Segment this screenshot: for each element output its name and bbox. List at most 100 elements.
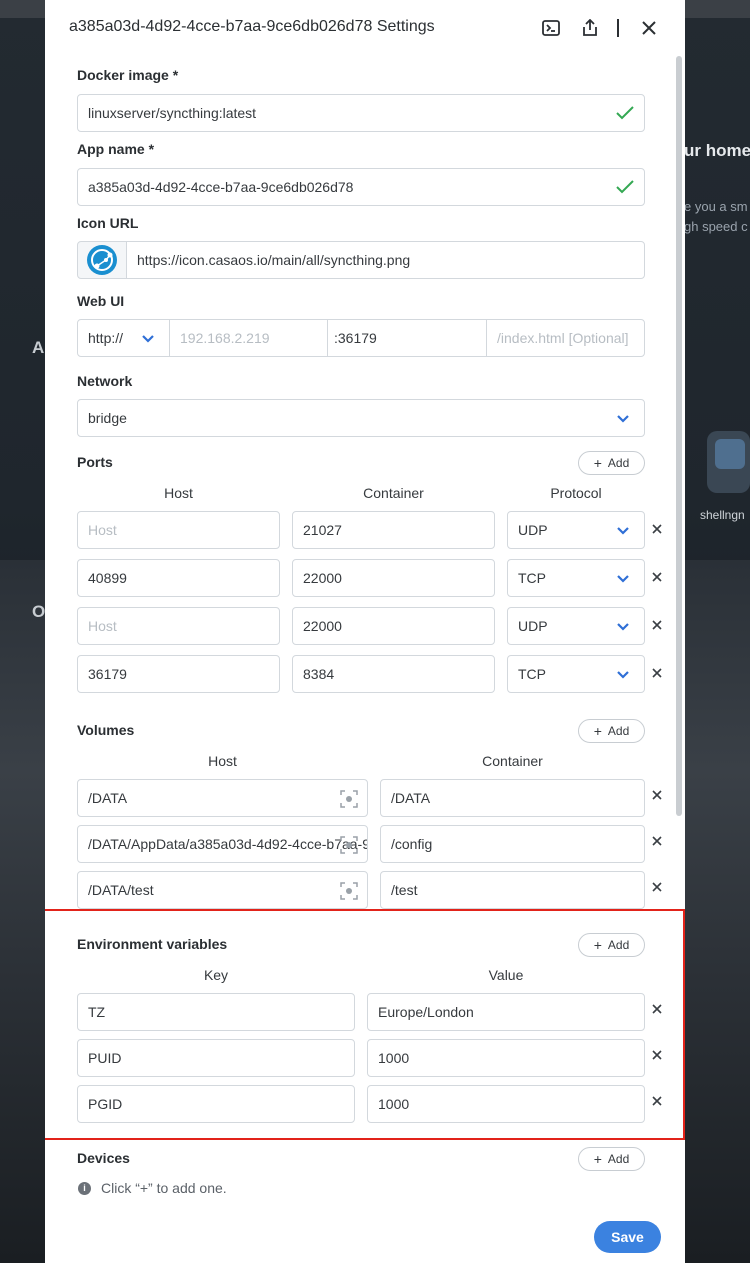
close-icon xyxy=(652,572,662,582)
port-container-value: 21027 xyxy=(303,522,342,538)
volume-container-input[interactable]: /DATA xyxy=(380,779,645,817)
network-label: Network xyxy=(77,373,133,389)
web-ui-protocol-value: http:// xyxy=(88,330,124,346)
port-container-input[interactable]: 21027 xyxy=(292,511,495,549)
port-host-input[interactable]: Host xyxy=(77,511,280,549)
plus-icon: + xyxy=(593,723,602,739)
app-name-value: a385a03d-4d92-4cce-b7aa-9ce6db026d78 xyxy=(88,179,354,195)
close-button[interactable] xyxy=(637,16,661,40)
background-app-tile-label: shellngn xyxy=(700,508,745,522)
volumes-label: Volumes xyxy=(77,722,135,738)
app-tile-icon xyxy=(715,439,745,469)
devices-hint: i Click “+” to add one. xyxy=(78,1180,227,1196)
folder-picker-icon[interactable] xyxy=(340,836,358,854)
remove-volume-button[interactable] xyxy=(651,835,663,847)
port-container-input[interactable]: 22000 xyxy=(292,607,495,645)
network-value: bridge xyxy=(88,410,127,426)
port-protocol-value: UDP xyxy=(518,522,548,538)
volume-host-input[interactable]: /DATA/test xyxy=(77,871,368,909)
save-button[interactable]: Save xyxy=(594,1221,661,1253)
app-name-label: App name * xyxy=(77,141,155,157)
web-ui-protocol-select[interactable]: http:// xyxy=(77,319,170,357)
web-ui-port-input[interactable]: :36179 xyxy=(327,319,487,357)
background-left-letter-1: A xyxy=(32,338,45,357)
web-ui-label: Web UI xyxy=(77,293,125,309)
port-host-input[interactable]: 40899 xyxy=(77,559,280,597)
volume-host-input[interactable]: /DATA/AppData/a385a03d-4d92-4cce-b7aa-9c… xyxy=(77,825,368,863)
volume-host-value: /DATA/test xyxy=(88,882,154,898)
plus-icon: + xyxy=(593,1151,602,1167)
port-host-input[interactable]: Host xyxy=(77,607,280,645)
ports-col-host: Host xyxy=(164,485,193,501)
port-container-value: 22000 xyxy=(303,570,342,586)
devices-hint-text: Click “+” to add one. xyxy=(101,1180,227,1196)
port-container-value: 8384 xyxy=(303,666,335,682)
close-icon xyxy=(652,524,662,534)
port-container-input[interactable]: 8384 xyxy=(292,655,495,693)
port-protocol-select[interactable]: TCP xyxy=(507,559,645,597)
chevron-down-icon xyxy=(617,527,629,535)
remove-port-button[interactable] xyxy=(651,571,663,583)
volume-container-input[interactable]: /test xyxy=(380,871,645,909)
devices-label: Devices xyxy=(77,1150,130,1166)
port-protocol-value: TCP xyxy=(518,666,546,682)
folder-picker-icon[interactable] xyxy=(340,790,358,808)
icon-url-label: Icon URL xyxy=(77,215,139,231)
chevron-down-icon xyxy=(617,671,629,679)
share-button[interactable] xyxy=(578,16,602,40)
port-container-value: 22000 xyxy=(303,618,342,634)
ports-col-protocol: Protocol xyxy=(550,485,602,501)
port-protocol-select[interactable]: UDP xyxy=(507,607,645,645)
add-device-label: Add xyxy=(607,1152,630,1166)
volumes-col-host: Host xyxy=(208,753,237,769)
modal-header: a385a03d-4d92-4cce-b7aa-9ce6db026d78 Set… xyxy=(45,0,685,56)
close-icon xyxy=(652,620,662,630)
port-host-placeholder: Host xyxy=(88,522,117,538)
background-subtext-2: gh speed c xyxy=(684,219,748,234)
icon-url-input[interactable]: https://icon.casaos.io/main/all/syncthin… xyxy=(126,241,645,279)
scrollbar[interactable] xyxy=(676,56,682,816)
remove-port-button[interactable] xyxy=(651,667,663,679)
background-subtext-1: e you a sm xyxy=(684,199,748,214)
share-icon xyxy=(583,19,597,36)
volume-container-input[interactable]: /config xyxy=(380,825,645,863)
remove-port-button[interactable] xyxy=(651,619,663,631)
volume-container-value: /config xyxy=(391,836,433,852)
port-host-value: 36179 xyxy=(88,666,127,682)
volume-host-input[interactable]: /DATA xyxy=(77,779,368,817)
app-name-input[interactable]: a385a03d-4d92-4cce-b7aa-9ce6db026d78 xyxy=(77,168,645,206)
remove-volume-button[interactable] xyxy=(651,789,663,801)
ports-col-container: Container xyxy=(363,485,424,501)
remove-volume-button[interactable] xyxy=(651,881,663,893)
icon-url-value: https://icon.casaos.io/main/all/syncthin… xyxy=(137,252,411,268)
port-protocol-select[interactable]: TCP xyxy=(507,655,645,693)
terminal-button[interactable] xyxy=(539,16,563,40)
volumes-col-container: Container xyxy=(482,753,543,769)
highlight-box xyxy=(45,909,685,1140)
info-icon: i xyxy=(78,1181,91,1195)
port-container-input[interactable]: 22000 xyxy=(292,559,495,597)
port-host-placeholder: Host xyxy=(88,618,117,634)
volume-container-value: /DATA xyxy=(391,790,431,806)
port-protocol-select[interactable]: UDP xyxy=(507,511,645,549)
docker-image-input[interactable]: linuxserver/syncthing:latest xyxy=(77,94,645,132)
chevron-down-icon xyxy=(142,335,154,343)
web-ui-port-value: :36179 xyxy=(334,330,377,346)
settings-modal: a385a03d-4d92-4cce-b7aa-9ce6db026d78 Set… xyxy=(45,0,685,1263)
check-icon xyxy=(616,106,634,120)
background-app-tile xyxy=(707,431,750,493)
add-port-button[interactable]: + Add xyxy=(578,451,645,475)
folder-picker-icon[interactable] xyxy=(340,882,358,900)
syncthing-icon xyxy=(87,245,117,275)
plus-icon: + xyxy=(593,455,602,471)
network-select[interactable]: bridge xyxy=(77,399,645,437)
web-ui-host-input[interactable]: 192.168.2.219 xyxy=(169,319,328,357)
volume-host-value: /DATA/AppData/a385a03d-4d92-4cce-b7aa-9c… xyxy=(88,836,367,852)
remove-port-button[interactable] xyxy=(651,523,663,535)
add-device-button[interactable]: + Add xyxy=(578,1147,645,1171)
web-ui-path-input[interactable]: /index.html [Optional] xyxy=(486,319,645,357)
add-volume-button[interactable]: + Add xyxy=(578,719,645,743)
port-host-input[interactable]: 36179 xyxy=(77,655,280,693)
volume-host-value: /DATA xyxy=(88,790,128,806)
volume-container-value: /test xyxy=(391,882,418,898)
